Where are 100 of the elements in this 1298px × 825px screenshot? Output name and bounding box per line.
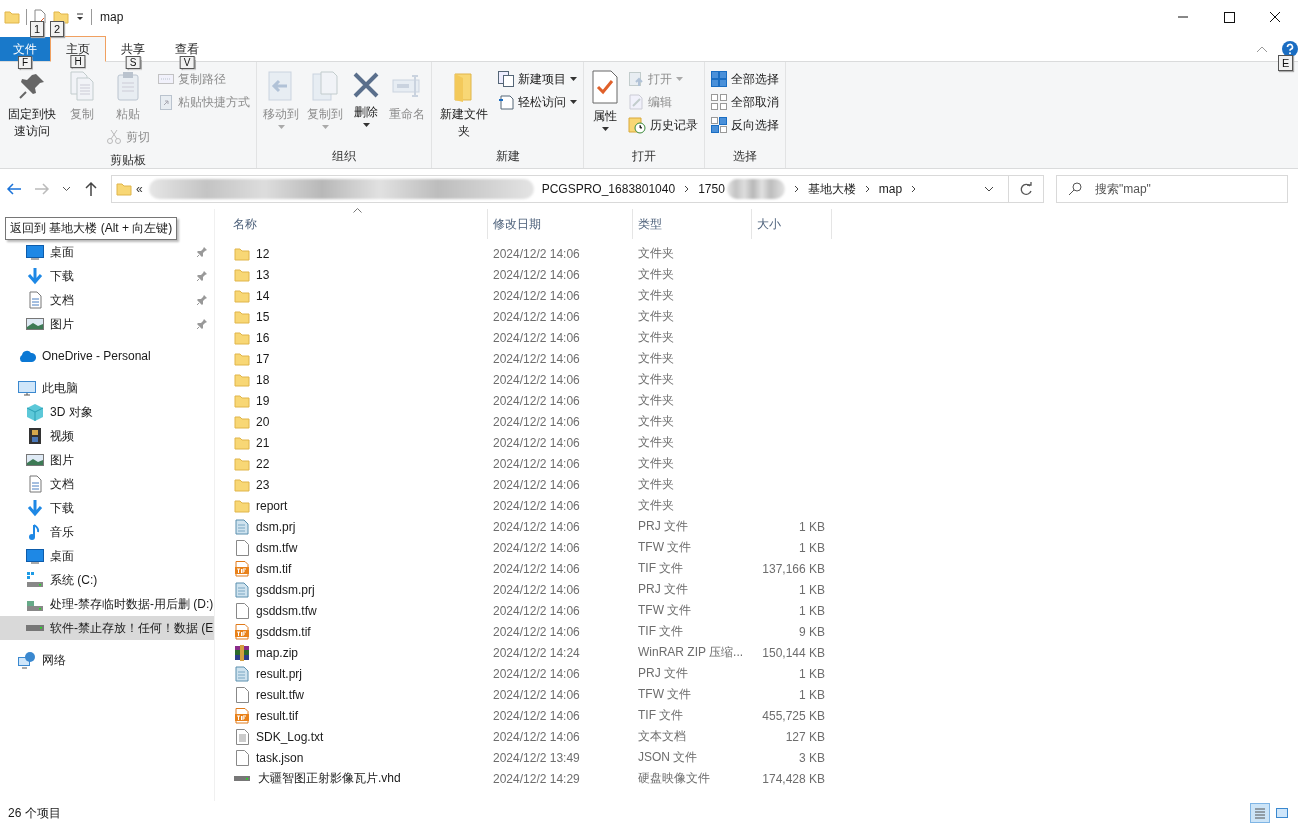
file-name[interactable]: gsddsm.tif [228, 623, 488, 640]
ribbon-button[interactable]: 历史记录 [625, 114, 701, 136]
select-all-icon [711, 71, 727, 87]
document-icon [234, 539, 250, 556]
sidebar-item[interactable]: 图片 [0, 312, 214, 336]
sidebar-item[interactable]: 3D 对象 [0, 400, 214, 424]
size-cell-text: 455,725 KB [761, 708, 826, 723]
sidebar-item[interactable]: 网络 [0, 648, 214, 672]
ribbon-button[interactable]: 全部选择 [708, 68, 782, 90]
column-header[interactable]: 大小 [752, 209, 832, 239]
sidebar-item[interactable]: 下载 [0, 264, 214, 288]
folder-icon[interactable] [53, 9, 69, 25]
sidebar-item[interactable]: 处理-禁存临时数据-用后删 (D:) [0, 592, 214, 616]
file-name[interactable]: 12 [228, 245, 488, 262]
column-header[interactable]: 类型 [633, 209, 752, 239]
size-cell-text: 9 KB [798, 624, 826, 639]
sidebar-item[interactable]: 系统 (C:) [0, 568, 214, 592]
type-cell-text: JSON 文件 [637, 749, 699, 766]
search-field[interactable]: 搜索"map" [1056, 175, 1288, 203]
ribbon-button[interactable]: 删除 [348, 68, 384, 129]
collapse-icon[interactable] [1256, 45, 1268, 53]
date-cell-text: 2024/12/2 14:06 [492, 372, 581, 387]
file-name[interactable]: gsddsm.prj [228, 581, 488, 598]
dropdown-icon[interactable] [75, 12, 85, 22]
sidebar-item[interactable]: 文档 [0, 472, 214, 496]
type-cell-text: PRJ 文件 [637, 581, 689, 598]
ribbon-button[interactable]: 属性 [587, 68, 623, 133]
file-name[interactable]: 13 [228, 266, 488, 283]
sidebar-item[interactable]: 此电脑 [0, 376, 214, 400]
document-icon [234, 518, 250, 535]
date-cell-text: 2024/12/2 14:06 [492, 246, 581, 261]
back-icon[interactable] [6, 181, 22, 197]
folder-icon [234, 413, 250, 430]
file-name[interactable]: result.prj [228, 665, 488, 682]
date-cell-text: 2024/12/2 14:06 [492, 498, 581, 513]
file-name[interactable]: dsm.tif [228, 560, 488, 577]
folder-icon [116, 181, 132, 197]
file-name[interactable]: report [228, 497, 488, 514]
chevron-icon[interactable] [910, 185, 918, 193]
sidebar-item[interactable]: 软件-禁止存放！任何！数据 (E [0, 616, 214, 640]
file-name[interactable]: 19 [228, 392, 488, 409]
keytip: H [70, 55, 86, 68]
up-icon[interactable] [83, 181, 99, 197]
file-name[interactable]: 21 [228, 434, 488, 451]
sort-icon[interactable] [353, 208, 362, 213]
history-icon [628, 116, 646, 134]
document-icon[interactable] [33, 9, 47, 25]
column-header[interactable]: 修改日期 [488, 209, 633, 239]
breadcrumb[interactable]: 1750 [698, 182, 725, 196]
sidebar-item[interactable]: 桌面 [0, 240, 214, 264]
sidebar-item[interactable]: 下载 [0, 496, 214, 520]
ribbon-button[interactable]: 固定到快速访问 [3, 68, 61, 142]
column-header[interactable]: 名称 [228, 209, 488, 239]
group-label: 组织 [331, 148, 357, 165]
file-name[interactable]: dsm.prj [228, 518, 488, 535]
tooltip: 返回到 基地大楼 (Alt + 向左键) [5, 217, 178, 240]
file-name[interactable]: 18 [228, 371, 488, 388]
overflow-chevron[interactable]: « [136, 182, 143, 196]
type-cell-text: TIF 文件 [637, 623, 685, 640]
ribbon-button[interactable]: 反向选择 [708, 114, 782, 136]
file-name[interactable]: map.zip [228, 644, 488, 661]
breadcrumb[interactable]: 基地大楼 [807, 180, 856, 198]
type-cell-text: 文本文档 [637, 728, 687, 745]
file-name[interactable]: 22 [228, 455, 488, 472]
desktop-icon [26, 547, 44, 565]
ribbon-button[interactable]: 新建项目 [495, 68, 580, 90]
chevron-icon[interactable] [863, 185, 871, 193]
file-name[interactable]: 17 [228, 350, 488, 367]
sidebar-item[interactable]: 桌面 [0, 544, 214, 568]
chevron-icon[interactable] [792, 185, 800, 193]
type-cell-text: 文件夹 [637, 329, 675, 346]
file-name[interactable]: 16 [228, 329, 488, 346]
file-name[interactable]: 20 [228, 413, 488, 430]
shortcut-icon [158, 94, 174, 110]
ribbon-button[interactable]: 全部取消 [708, 91, 782, 113]
breadcrumb[interactable]: map [878, 182, 903, 196]
ribbon-button[interactable]: 轻松访问 [495, 91, 580, 113]
file-name[interactable]: SDK_Log.txt [228, 728, 488, 745]
file-name[interactable]: 大疆智图正射影像瓦片.vhd [228, 770, 488, 787]
ribbon-button[interactable]: 新建文件夹 [435, 68, 493, 142]
sidebar-item[interactable]: 文档 [0, 288, 214, 312]
file-name[interactable]: result.tfw [228, 686, 488, 703]
file-name[interactable]: gsddsm.tfw [228, 602, 488, 619]
sidebar-item[interactable]: 图片 [0, 448, 214, 472]
sidebar-item[interactable]: 视频 [0, 424, 214, 448]
sidebar-item[interactable]: 音乐 [0, 520, 214, 544]
file-name[interactable]: result.tif [228, 707, 488, 724]
file-name[interactable]: 14 [228, 287, 488, 304]
chevron-icon[interactable] [683, 185, 691, 193]
sidebar-item[interactable]: OneDrive - Personal [0, 344, 214, 368]
type-cell-text: TFW 文件 [637, 539, 693, 556]
file-name[interactable]: task.json [228, 749, 488, 766]
document-icon [234, 728, 250, 745]
file-name[interactable]: 15 [228, 308, 488, 325]
file-name[interactable]: 23 [228, 476, 488, 493]
breadcrumb[interactable]: PCGSPRO_1683801040 [541, 182, 676, 196]
file-name[interactable]: dsm.tfw [228, 539, 488, 556]
address-bar[interactable]: « PCGSPRO_1683801040 1750 基地大楼 map [111, 175, 1044, 203]
dropdown-icon[interactable] [984, 186, 994, 192]
type-cell-text: 文件夹 [637, 287, 675, 304]
